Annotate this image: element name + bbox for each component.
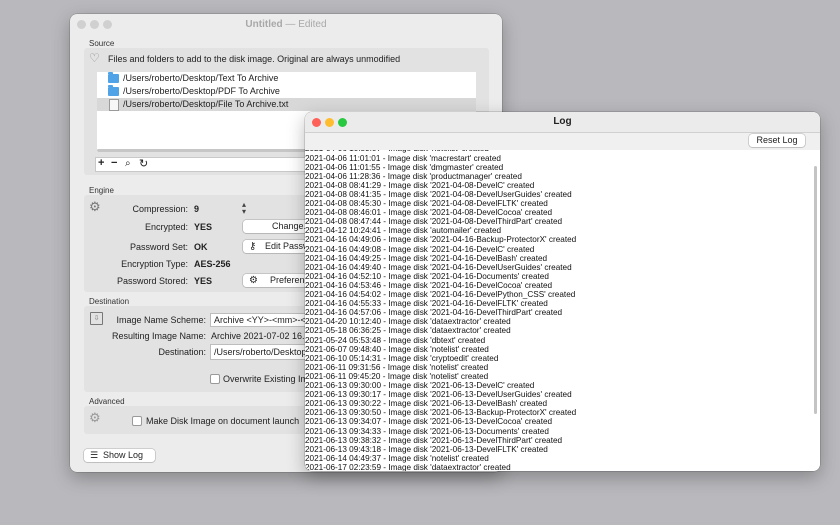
log-line: 2021-04-08 08:41:35 - Image disk '2021-0…	[305, 189, 572, 199]
log-line: 2021-04-08 08:47:44 - Image disk '2021-0…	[305, 217, 563, 227]
main-titlebar: Untitled — Edited	[70, 14, 502, 36]
document-icon	[109, 99, 119, 111]
password-set-label: Password Set:	[129, 242, 188, 252]
log-titlebar: Log	[305, 112, 820, 133]
source-section-label: Source	[89, 39, 115, 48]
log-line: 2021-04-16 04:52:10 - Image disk '2021-0…	[305, 271, 549, 281]
file-path: /Users/roberto/Desktop/PDF To Archive	[123, 86, 280, 96]
engine-section-label: Engine	[89, 186, 114, 195]
log-line: 2021-06-07 09:48:40 - Image disk 'noteli…	[305, 344, 489, 354]
log-line: 2021-06-13 09:30:50 - Image disk '2021-0…	[305, 408, 577, 418]
log-line: 2021-06-13 09:34:07 - Image disk '2021-0…	[305, 417, 553, 427]
log-line: 2021-04-06 11:01:01 - Image disk 'macres…	[305, 153, 501, 163]
log-line: 2021-06-13 09:30:22 - Image disk '2021-0…	[305, 399, 548, 409]
log-scrollbar[interactable]	[814, 166, 817, 414]
file-path: /Users/roberto/Desktop/File To Archive.t…	[123, 99, 289, 109]
encryption-type-label: Encryption Type:	[121, 259, 188, 269]
destination-section-label: Destination	[89, 297, 130, 306]
compression-value: 9	[194, 204, 200, 214]
encrypted-label: Encrypted:	[144, 222, 188, 232]
image-name-scheme-field[interactable]: Archive <YY>-<mm>-<dd>	[210, 313, 315, 327]
make-disk-image-label: Make Disk Image on document launch	[146, 416, 300, 426]
password-stored-label: Password Stored:	[116, 276, 188, 286]
encryption-type-value: AES-256	[194, 259, 231, 269]
log-line: 2021-04-08 08:46:01 - Image disk '2021-0…	[305, 208, 553, 218]
overwrite-checkbox[interactable]	[210, 374, 220, 384]
edited-indicator: — Edited	[285, 19, 327, 30]
reset-log-button[interactable]: Reset Log	[749, 134, 805, 147]
file-list-scrollbar[interactable]	[97, 149, 307, 152]
log-line: 2021-04-16 04:49:40 - Image disk '2021-0…	[305, 262, 572, 272]
log-line: 2021-04-16 04:49:06 - Image disk '2021-0…	[305, 235, 577, 245]
log-line: 2021-04-16 04:49:25 - Image disk '2021-0…	[305, 253, 548, 263]
log-line: 2021-04-16 04:53:46 - Image disk '2021-0…	[305, 280, 553, 290]
log-line: 2021-06-13 09:38:32 - Image disk '2021-0…	[305, 435, 563, 445]
log-line: 2021-05-24 05:53:48 - Image disk 'dbtext…	[305, 335, 486, 345]
resulting-image-name-value: Archive 2021-07-02 16.	[211, 331, 305, 341]
file-row[interactable]: /Users/roberto/Desktop/PDF To Archive	[97, 85, 476, 98]
destination-field[interactable]: /Users/roberto/Desktop/	[210, 344, 315, 360]
gears-icon: ⚙	[89, 410, 101, 425]
log-line: 2021-06-14 04:49:37 - Image disk 'noteli…	[305, 453, 489, 463]
file-path: /Users/roberto/Desktop/Text To Archive	[123, 73, 279, 83]
log-line: 2021-04-06 11:01:55 - Image disk 'dmgmas…	[305, 162, 504, 172]
log-line: 2021-04-16 04:54:02 - Image disk '2021-0…	[305, 290, 576, 299]
remove-button[interactable]: −	[111, 157, 117, 169]
key-icon: ⚷	[249, 241, 257, 252]
window-title: Untitled — Edited	[70, 19, 502, 30]
show-log-button-label: Show Log	[103, 450, 144, 460]
log-text-view[interactable]: 2021-04-06 10:59:07 - Image disk 'noteli…	[305, 150, 820, 471]
log-line: 2021-06-13 09:34:33 - Image disk '2021-0…	[305, 426, 549, 436]
folder-icon	[108, 85, 119, 96]
log-line: 2021-06-13 09:30:00 - Image disk '2021-0…	[305, 381, 535, 390]
password-stored-value: YES	[194, 276, 213, 286]
advanced-section-label: Advanced	[89, 397, 125, 406]
log-window: Log Reset Log 2021-04-06 10:59:07 - Imag…	[305, 112, 820, 471]
encrypted-value: YES	[194, 222, 213, 232]
archive-icon: ⇩	[90, 312, 103, 325]
password-set-value: OK	[194, 242, 208, 252]
log-line: 2021-05-18 06:36:25 - Image disk 'dataex…	[305, 326, 511, 336]
source-description: Files and folders to add to the disk ima…	[108, 54, 401, 64]
folder-icon	[108, 72, 119, 83]
log-line: 2021-06-11 09:31:56 - Image disk 'noteli…	[305, 362, 489, 372]
log-line: 2021-06-13 09:43:18 - Image disk '2021-0…	[305, 444, 548, 454]
compression-label: Compression:	[132, 204, 188, 214]
file-list-toolbar: + − ⌕ ↻	[95, 157, 309, 172]
log-line: 2021-04-08 08:41:29 - Image disk '2021-0…	[305, 180, 535, 190]
document-name: Untitled	[245, 19, 283, 30]
list-icon: ☰	[90, 450, 99, 460]
log-line: 2021-04-16 04:55:33 - Image disk '2021-0…	[305, 299, 548, 309]
log-window-title: Log	[553, 116, 572, 127]
image-name-scheme-label: Image Name Scheme:	[116, 315, 206, 325]
log-line: 2021-06-10 05:14:31 - Image disk 'crypto…	[305, 353, 499, 363]
heart-icon: ♡	[89, 51, 100, 65]
show-log-button[interactable]: ☰ Show Log	[84, 449, 155, 462]
log-line: 2021-06-13 09:30:17 - Image disk '2021-0…	[305, 390, 572, 400]
make-disk-image-checkbox[interactable]	[132, 416, 142, 426]
log-line: 2021-04-20 10:12:40 - Image disk 'dataex…	[305, 317, 511, 327]
destination-label: Destination:	[158, 347, 206, 357]
log-line: 2021-06-17 02:23:59 - Image disk 'dataex…	[305, 462, 511, 471]
add-button[interactable]: +	[98, 157, 104, 169]
log-line: 2021-06-11 09:45:20 - Image disk 'noteli…	[305, 371, 489, 381]
log-line: 2021-04-12 10:24:41 - Image disk 'automa…	[305, 226, 502, 236]
gear-icon: ⚙	[249, 275, 258, 286]
file-row[interactable]: /Users/roberto/Desktop/Text To Archive	[97, 72, 476, 85]
refresh-icon[interactable]: ↻	[139, 157, 148, 170]
log-line: 2021-04-08 08:45:30 - Image disk '2021-0…	[305, 199, 548, 208]
file-row-selected[interactable]: /Users/roberto/Desktop/File To Archive.t…	[97, 98, 476, 111]
log-line: 2021-04-06 11:28:36 - Image disk 'produc…	[305, 171, 522, 181]
gear-icon: ⚙	[89, 199, 101, 214]
compression-stepper[interactable]: ▴ ▾	[242, 201, 246, 216]
reset-log-button-label: Reset Log	[756, 135, 798, 145]
log-line: 2021-04-16 04:49:08 - Image disk '2021-0…	[305, 244, 535, 254]
search-icon[interactable]: ⌕	[125, 158, 131, 169]
log-line: 2021-04-16 04:57:06 - Image disk '2021-0…	[305, 308, 563, 318]
resulting-image-name-label: Resulting Image Name:	[111, 331, 206, 341]
